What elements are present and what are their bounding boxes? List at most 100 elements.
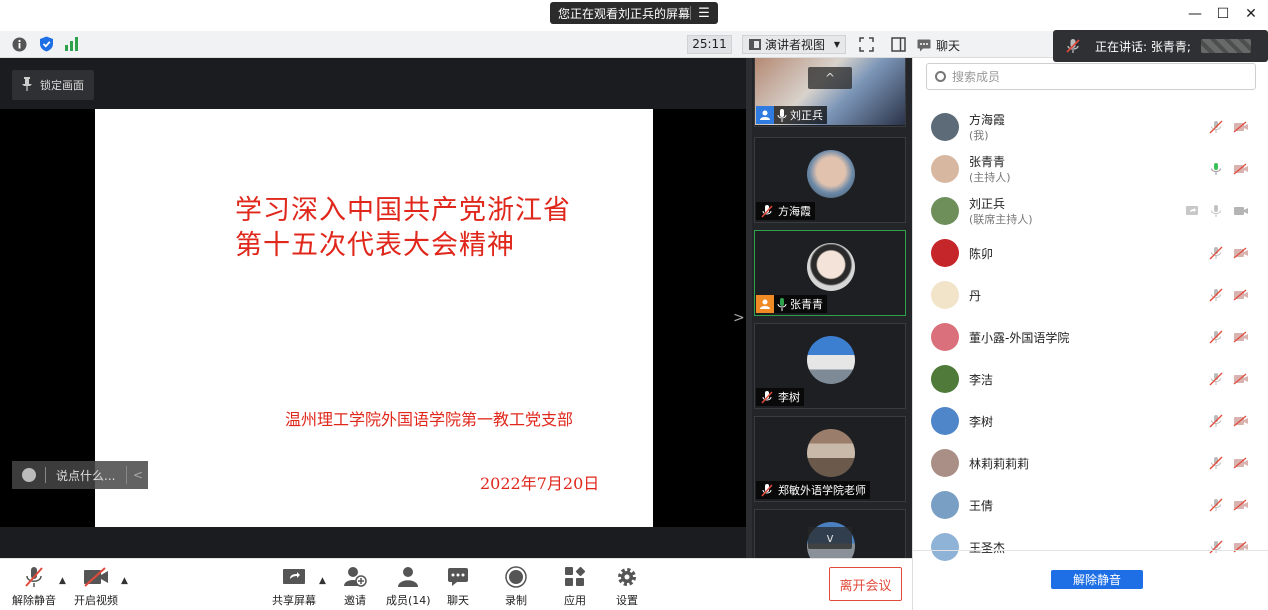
member-row[interactable]: 方海霞 (我) <box>913 106 1268 148</box>
unmute-button[interactable]: 解除静音 <box>12 565 56 609</box>
leave-meeting-button[interactable]: 离开会议 <box>829 567 902 601</box>
panel-splitter[interactable] <box>746 58 752 558</box>
video-off-icon[interactable] <box>1233 541 1249 556</box>
members-label: 成员(14) <box>386 594 431 607</box>
member-status-icons <box>1209 498 1249 515</box>
search-icon <box>935 71 946 82</box>
close-button[interactable]: ✕ <box>1242 6 1260 22</box>
members-button[interactable]: 成员(14) <box>386 565 431 609</box>
member-row[interactable]: 丹 <box>913 274 1268 316</box>
start-video-button[interactable]: 开启视频 <box>74 565 118 609</box>
minimize-button[interactable]: — <box>1186 6 1204 22</box>
apps-button[interactable]: 应用 <box>564 565 586 609</box>
chat-icon <box>916 37 932 53</box>
mic-active-icon[interactable] <box>1209 162 1223 179</box>
member-avatar <box>931 533 959 561</box>
member-row[interactable]: 刘正兵 (联席主持人) <box>913 190 1268 232</box>
security-shield-icon[interactable] <box>38 36 54 52</box>
video-off-icon[interactable] <box>1233 289 1249 304</box>
member-row[interactable]: 张青青 (主持人) <box>913 148 1268 190</box>
quick-chat-input[interactable]: 说点什么... < <box>12 461 148 489</box>
settings-button[interactable]: 设置 <box>616 565 638 609</box>
collapse-chevron-icon[interactable]: < <box>133 468 143 482</box>
member-avatar <box>931 113 959 141</box>
screen-share-banner[interactable]: 您正在观看刘正兵的屏幕 ☰ <box>550 2 718 24</box>
meeting-toolbar: 25:11 演讲者视图 ▼ <box>0 31 912 58</box>
video-icon[interactable] <box>1233 205 1249 220</box>
scroll-up-chevron-icon[interactable]: ^ <box>808 67 852 89</box>
share-options-chevron-icon[interactable]: ▲ <box>319 576 326 586</box>
meeting-timer: 25:11 <box>687 35 732 54</box>
slide-title-line-1: 学习深入中国共产党浙江省 <box>235 195 571 226</box>
chat-icon <box>447 565 469 589</box>
participant-avatar <box>807 243 855 291</box>
mic-icon <box>774 108 790 122</box>
video-off-icon[interactable] <box>1233 331 1249 346</box>
chat-button[interactable]: 聊天 <box>447 565 469 609</box>
invite-button[interactable]: 邀请 <box>343 565 367 609</box>
video-off-icon[interactable] <box>1233 163 1249 178</box>
lock-view-button[interactable]: 锁定画面 <box>12 70 94 100</box>
menu-icon[interactable]: ☰ <box>691 6 717 21</box>
muted-mic-icon[interactable] <box>1209 372 1223 389</box>
view-mode-dropdown[interactable]: 演讲者视图 ▼ <box>742 35 846 54</box>
video-options-chevron-icon[interactable]: ▲ <box>121 576 128 586</box>
member-row[interactable]: 李洁 <box>913 358 1268 400</box>
video-off-icon[interactable] <box>1233 373 1249 388</box>
chat-header-label: 聊天 <box>936 39 961 53</box>
muted-mic-icon[interactable] <box>1209 498 1223 515</box>
video-off-icon[interactable] <box>1233 247 1249 262</box>
muted-mic-icon[interactable] <box>1209 246 1223 263</box>
signal-strength-icon[interactable] <box>64 36 80 52</box>
muted-mic-icon[interactable] <box>1209 288 1223 305</box>
member-row[interactable]: 李树 <box>913 400 1268 442</box>
audio-options-chevron-icon[interactable]: ▲ <box>59 576 66 586</box>
video-tile[interactable]: 李树 <box>754 323 906 409</box>
emoji-icon[interactable] <box>22 468 36 482</box>
muted-mic-icon[interactable] <box>1209 540 1223 557</box>
video-tile[interactable]: 郑敏外语学院老师 <box>754 416 906 502</box>
maximize-button[interactable]: ☐ <box>1214 6 1232 22</box>
member-row[interactable]: 董小露-外国语学院 <box>913 316 1268 358</box>
video-off-icon[interactable] <box>1233 415 1249 430</box>
info-icon[interactable] <box>11 36 27 52</box>
slide-organization: 温州理工学院外国语学院第一教工党支部 <box>285 410 574 429</box>
pin-icon <box>22 76 32 94</box>
unmute-label: 解除静音 <box>12 594 56 607</box>
member-name: 张青青 <box>969 155 1006 169</box>
participant-name: 方海霞 <box>778 205 811 218</box>
slide-title: 学习深入中国共产党浙江省 第十五次代表大会精神 <box>235 193 571 263</box>
participant-avatar <box>807 150 855 198</box>
video-off-icon[interactable] <box>1233 121 1249 136</box>
video-tile-active-speaker[interactable]: 张青青 <box>754 230 906 316</box>
share-screen-button[interactable]: 共享屏幕 <box>272 565 316 609</box>
unmute-all-button[interactable]: 解除静音 <box>1051 570 1143 589</box>
muted-mic-icon[interactable] <box>1209 120 1223 137</box>
divider <box>45 467 46 483</box>
chevron-right-icon[interactable]: > <box>733 310 745 326</box>
record-button[interactable]: 录制 <box>505 565 527 609</box>
member-row[interactable]: 王倩 <box>913 484 1268 526</box>
quick-chat-placeholder: 说点什么... <box>56 468 116 483</box>
search-members-input[interactable]: 搜索成员 <box>926 63 1256 90</box>
video-off-icon[interactable] <box>1233 499 1249 514</box>
meeting-window: 您正在观看刘正兵的屏幕 ☰ — ☐ ✕ 25:11 演讲者视图 ▼ 聊天 正在讲… <box>0 0 1268 610</box>
member-row[interactable]: 林莉莉莉莉 <box>913 442 1268 484</box>
slide-date: 2022年7月20日 <box>480 474 600 493</box>
muted-mic-icon[interactable] <box>1209 414 1223 431</box>
start-video-label: 开启视频 <box>74 594 118 607</box>
meeting-controls-bar: 解除静音 ▲ 开启视频 ▲ 共享屏幕 ▲ 邀请 成员(14) 聊天 录制 应用 … <box>0 558 912 610</box>
scroll-down-chevron-icon[interactable]: v <box>808 527 852 549</box>
muted-mic-icon[interactable] <box>1209 330 1223 347</box>
fullscreen-icon[interactable] <box>858 36 874 52</box>
share-screen-icon <box>1185 205 1199 220</box>
member-row[interactable]: 王圣杰 <box>913 526 1268 568</box>
member-row[interactable]: 陈卯 <box>913 232 1268 274</box>
settings-label: 设置 <box>616 594 638 607</box>
mic-icon[interactable] <box>1209 204 1223 221</box>
video-tile[interactable]: 方海霞 <box>754 137 906 223</box>
video-off-icon[interactable] <box>1233 457 1249 472</box>
sidebar-toggle-icon[interactable] <box>890 36 906 52</box>
host-badge-icon <box>756 106 774 124</box>
muted-mic-icon[interactable] <box>1209 456 1223 473</box>
